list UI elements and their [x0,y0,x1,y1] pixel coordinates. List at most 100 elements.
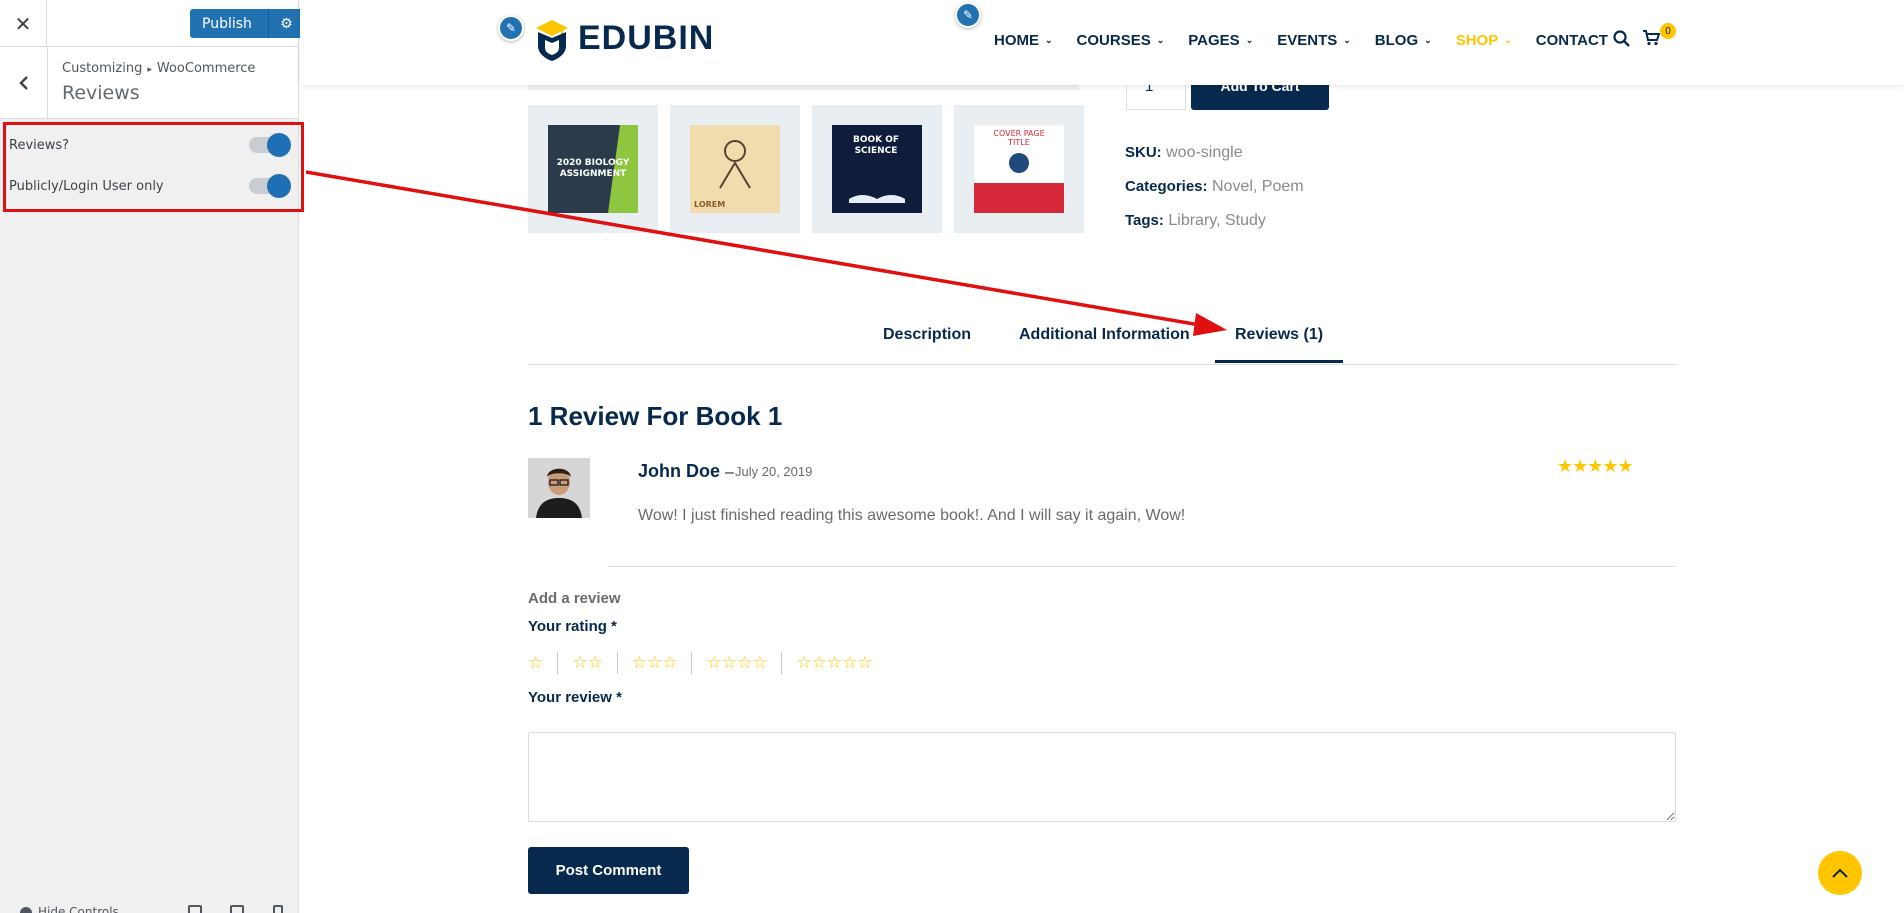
breadcrumb-separator-icon: ▸ [147,65,152,75]
nav-item-blog[interactable]: BLOG ⌄ [1375,32,1432,49]
book-cover-image: COVER PAGE TITLE [974,125,1064,213]
rating-option-3[interactable]: ☆☆☆ [616,652,692,674]
reviews-toggle-row: Reviews? [9,133,291,157]
tag-link[interactable]: Library [1168,212,1216,229]
tab-reviews[interactable]: Reviews (1) [1215,326,1344,363]
section-header: Customizing ▸ WooCommerce Reviews [0,47,298,119]
section-title: Reviews [62,82,140,104]
nav-item-events[interactable]: EVENTS ⌄ [1277,32,1351,49]
review-textarea[interactable] [528,732,1676,822]
avatar [528,458,590,518]
nav-label: HOME [994,32,1039,49]
chevron-down-icon: ⌄ [1156,35,1165,45]
category-link[interactable]: Novel [1212,178,1253,195]
rating-selector: ☆ ☆☆ ☆☆☆ ☆☆☆☆ ☆☆☆☆☆ [528,652,887,674]
reviews-toggle[interactable] [249,133,291,157]
thumbnail[interactable]: BOOK OF SCIENCE [812,105,942,233]
rating-option-2[interactable]: ☆☆ [557,652,616,674]
book-cover-image: BOOK OF SCIENCE [832,125,922,213]
login-only-toggle[interactable] [249,174,291,198]
nav-item-courses[interactable]: COURSES ⌄ [1077,32,1165,49]
sku-value: woo-single [1166,144,1243,161]
breadcrumb: Customizing ▸ WooCommerce [62,61,255,76]
sku-meta: SKU: woo-single [1125,144,1243,162]
rating-option-1[interactable]: ☆ [528,652,557,674]
divider [608,566,1676,567]
category-link[interactable]: Poem [1262,178,1304,195]
nav-item-shop[interactable]: SHOP ⌄ [1456,32,1512,49]
cover-text: LOREM [694,200,726,209]
desktop-preview-icon[interactable] [188,905,202,913]
nav-item-pages[interactable]: PAGES ⌄ [1188,32,1253,49]
tablet-preview-icon[interactable] [230,905,244,913]
tab-description[interactable]: Description [883,326,971,344]
mobile-preview-icon[interactable] [273,905,283,913]
customizer-top-bar: ✕ Publish ⚙ [0,0,304,47]
review-date: July 20, 2019 [735,464,813,479]
tag-link[interactable]: Study [1225,212,1266,229]
nav-label: CONTACT [1535,32,1608,49]
product-tabs: Description Additional Information Revie… [528,310,1676,365]
nav-item-contact[interactable]: CONTACT [1536,32,1608,49]
author-name: John Doe [638,461,721,481]
chevron-down-icon: ⌄ [1045,35,1053,45]
scroll-to-top-button[interactable] [1818,851,1862,895]
categories-meta: Categories: Novel, Poem [1125,178,1304,195]
nav-label: SHOP [1455,32,1499,49]
reviews-controls-highlight [3,122,304,212]
review-star-rating: ★★★★★ [1557,456,1634,476]
hide-controls-button[interactable]: Hide Controls [20,905,119,913]
login-only-toggle-label: Publicly/Login User only [9,178,164,194]
chevron-down-icon: ⌄ [1245,35,1254,45]
cover-text: 2020 BIOLOGY ASSIGNMENT [556,158,630,179]
customizer-footer: Hide Controls [0,899,299,913]
tab-additional-information[interactable]: Additional Information [1019,326,1190,344]
tags-meta: Tags: Library, Study [1125,212,1266,229]
review-label: Your review * [528,689,622,706]
nav-label: EVENTS [1277,32,1338,49]
close-icon[interactable]: ✕ [0,0,47,47]
chevron-down-icon: ⌄ [1504,35,1512,45]
cart-icon[interactable] [1643,30,1661,51]
review-text: Wow! I just finished reading this awesom… [638,507,1186,524]
cart-count-badge: 0 [1660,23,1676,39]
book-cover-image: LOREM [690,125,780,213]
review-author: John Doe – [638,461,734,482]
thumbnail[interactable]: COVER PAGE TITLE [954,105,1084,233]
nav-item-home[interactable]: HOME ⌄ [994,32,1053,49]
author-date-separator: – [725,464,734,481]
rating-option-4[interactable]: ☆☆☆☆ [691,652,781,674]
thumbnail[interactable]: 2020 BIOLOGY ASSIGNMENT [528,105,658,233]
rating-option-5[interactable]: ☆☆☆☆☆ [781,652,886,674]
main-nav: HOME ⌄ COURSES ⌄ PAGES ⌄ EVENTS ⌄ BLOG ⌄ SHOP… [994,32,1632,49]
post-comment-button[interactable]: Post Comment [528,847,689,894]
graduation-cap-shield-icon [532,16,572,61]
login-only-toggle-row: Publicly/Login User only [9,174,291,198]
search-icon[interactable] [1613,30,1630,52]
hide-controls-icon [20,906,32,913]
back-arrow-icon[interactable] [0,47,48,119]
nav-label: COURSES [1076,32,1151,49]
chevron-down-icon: ⌄ [1343,35,1351,45]
add-review-label: Add a review [528,590,621,607]
categories-label: Categories: [1125,178,1208,195]
site-logo[interactable]: EDUBIN [532,16,714,61]
hide-controls-label: Hide Controls [38,905,119,913]
product-thumbnails: 2020 BIOLOGY ASSIGNMENT LOREM BOOK OF SC… [528,105,1084,233]
chevron-down-icon: ⌄ [1424,35,1432,45]
edit-shortcut-pencil-icon[interactable]: ✎ [498,15,524,41]
breadcrumb-section: WooCommerce [156,61,256,76]
customizer-sidebar: ✕ Publish ⚙ Customizing ▸ WooCommerce Revi… [0,0,304,913]
cover-text: BOOK OF SCIENCE [852,135,900,156]
thumbnail[interactable]: LOREM [670,105,800,233]
gear-icon[interactable]: ⚙ [268,9,304,38]
tags-label: Tags: [1125,212,1164,229]
breadcrumb-root: Customizing [62,61,143,76]
sku-label: SKU: [1125,144,1162,161]
nav-label: BLOG [1374,32,1419,49]
publish-button-group: Publish ⚙ [190,9,304,38]
edit-shortcut-pencil-icon[interactable]: ✎ [955,2,981,28]
publish-button[interactable]: Publish [190,9,269,38]
toggle-knob [267,174,291,198]
nav-label: PAGES [1188,32,1240,49]
